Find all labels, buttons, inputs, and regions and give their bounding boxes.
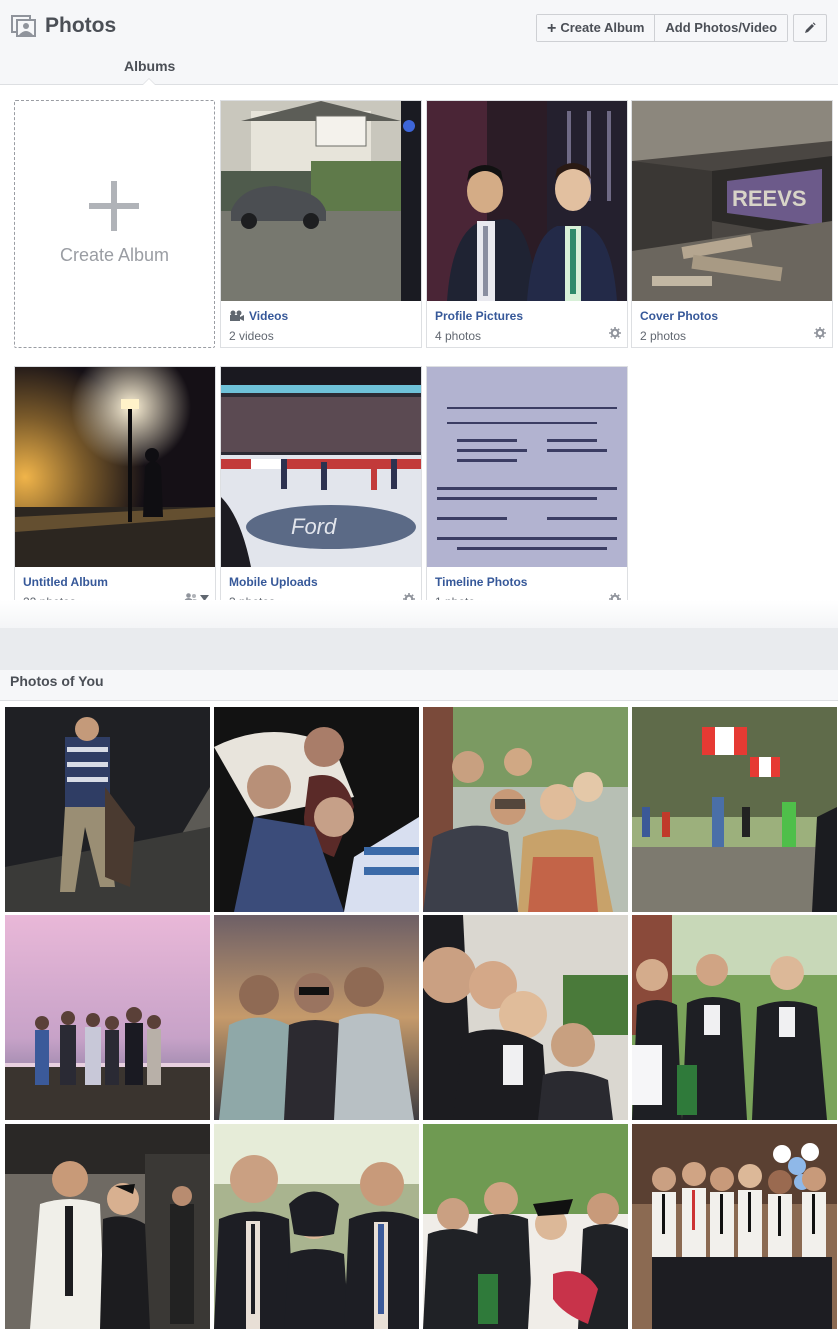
album-title[interactable]: Videos <box>229 309 288 323</box>
plus-icon <box>89 181 139 231</box>
tab-albums[interactable]: Albums <box>124 58 175 74</box>
photo-thumbnail[interactable] <box>5 915 210 1120</box>
create-album-card-label: Create Album <box>59 245 170 265</box>
album-title[interactable]: Untitled Album <box>23 575 108 589</box>
svg-text:Ford: Ford <box>291 514 337 539</box>
page-title: Photos <box>45 14 117 37</box>
album-title[interactable]: Profile Pictures <box>435 309 523 323</box>
album-cover-image[interactable] <box>15 367 215 567</box>
photo-thumbnail[interactable] <box>632 1124 837 1329</box>
photo-thumbnail[interactable] <box>423 1124 628 1329</box>
photo-thumbnail[interactable] <box>214 915 419 1120</box>
photos-header: Photos + Create Album Add Photos/Video Al… <box>0 0 838 85</box>
album-card-timeline-photos[interactable]: Timeline Photos 1 photo <box>426 366 628 614</box>
photo-thumbnail[interactable] <box>5 1124 210 1329</box>
album-count: 4 photos <box>435 329 482 343</box>
tab-active-caret <box>142 78 156 85</box>
video-camera-icon <box>230 310 244 321</box>
album-cover-image[interactable] <box>221 101 421 301</box>
album-title[interactable]: Timeline Photos <box>435 575 527 589</box>
photo-thumbnail[interactable] <box>632 707 837 912</box>
album-card-cover-photos[interactable]: REEVS Cover Photos 2 photos <box>631 100 833 348</box>
album-cover-image[interactable] <box>427 367 627 567</box>
album-card-untitled-album[interactable]: Untitled Album 22 photos <box>14 366 216 614</box>
photos-icon <box>11 15 36 37</box>
album-title-text: Videos <box>249 309 289 323</box>
album-title[interactable]: Mobile Uploads <box>229 575 318 589</box>
album-count: 2 videos <box>229 329 274 343</box>
svg-text:REEVS: REEVS <box>732 186 807 211</box>
pencil-icon <box>805 22 816 33</box>
photo-thumbnail[interactable] <box>214 707 419 912</box>
gear-icon[interactable] <box>814 327 826 339</box>
album-card-mobile-uploads[interactable]: Ford Mobile Uploads 3 photos <box>220 366 422 614</box>
album-card-videos[interactable]: Videos 2 videos <box>220 100 422 348</box>
photo-thumbnail[interactable] <box>5 707 210 912</box>
album-cover-image[interactable] <box>427 101 627 301</box>
create-album-card[interactable]: Create Album <box>14 100 215 348</box>
plus-icon: + <box>547 20 557 37</box>
album-card-profile-pictures[interactable]: Profile Pictures 4 photos <box>426 100 628 348</box>
photo-thumbnail[interactable] <box>423 915 628 1120</box>
album-cover-image[interactable]: Ford <box>221 367 421 567</box>
photos-of-you-header: Photos of You <box>0 670 838 701</box>
photo-thumbnail[interactable] <box>423 707 628 912</box>
album-cover-image[interactable]: REEVS <box>632 101 832 301</box>
photo-thumbnail[interactable] <box>214 1124 419 1329</box>
albums-section: Photos + Create Album Add Photos/Video Al… <box>0 0 838 628</box>
section-title: Photos of You <box>10 673 104 689</box>
section-divider <box>0 600 838 628</box>
header-button-group: + Create Album Add Photos/Video <box>536 14 789 42</box>
album-title[interactable]: Cover Photos <box>640 309 718 323</box>
create-album-button[interactable]: + Create Album <box>537 15 655 41</box>
gear-icon[interactable] <box>609 327 621 339</box>
photos-of-you-grid <box>0 701 838 1334</box>
photo-thumbnail[interactable] <box>632 915 837 1120</box>
create-album-button-label: Create Album <box>560 20 645 35</box>
edit-button[interactable] <box>793 14 827 42</box>
album-count: 2 photos <box>640 329 687 343</box>
add-photos-video-button[interactable]: Add Photos/Video <box>654 15 788 41</box>
